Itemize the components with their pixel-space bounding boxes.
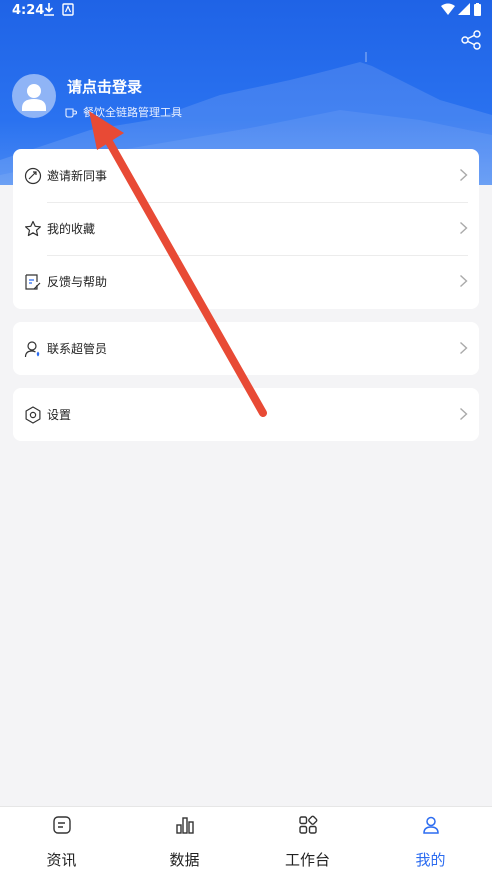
menu-item-favorites[interactable]: 我的收藏 xyxy=(13,202,479,255)
status-time: 4:24 xyxy=(12,3,45,18)
gear-icon xyxy=(25,406,41,424)
tagline-row: 餐饮全链路管理工具 xyxy=(65,104,182,120)
tab-label: 资讯 xyxy=(46,851,77,869)
chevron-right-icon xyxy=(460,341,468,355)
wifi-icon xyxy=(441,3,455,15)
menu-item-label: 我的收藏 xyxy=(47,222,96,236)
avatar[interactable] xyxy=(12,74,56,118)
chevron-right-icon xyxy=(460,407,468,421)
contact-admin-icon xyxy=(24,341,40,358)
share-icon[interactable] xyxy=(460,30,482,50)
news-icon xyxy=(52,816,71,834)
menu-item-settings[interactable]: 设置 xyxy=(13,388,479,441)
invite-icon xyxy=(24,167,42,185)
menu-item-feedback[interactable]: 反馈与帮助 xyxy=(13,255,479,308)
signal-icon xyxy=(458,3,470,15)
chevron-right-icon xyxy=(460,274,468,288)
menu-item-label: 设置 xyxy=(47,408,72,422)
menu-card-2: 联系超管员 xyxy=(13,322,479,375)
chevron-right-icon xyxy=(460,168,468,182)
chevron-right-icon xyxy=(460,221,468,235)
tab-mine[interactable]: 我的 xyxy=(369,807,492,875)
notification-icon xyxy=(62,3,74,16)
menu-item-label: 联系超管员 xyxy=(47,342,108,356)
battery-icon xyxy=(474,3,481,16)
feedback-icon xyxy=(25,274,41,290)
menu-item-invite[interactable]: 邀请新同事 xyxy=(13,149,479,202)
workbench-icon xyxy=(298,815,317,834)
tab-label: 我的 xyxy=(415,851,446,869)
tagline: 餐饮全链路管理工具 xyxy=(83,106,182,119)
menu-item-label: 反馈与帮助 xyxy=(47,275,108,289)
menu-item-contact-admin[interactable]: 联系超管员 xyxy=(13,322,479,375)
tab-data[interactable]: 数据 xyxy=(123,807,246,875)
login-prompt[interactable]: 请点击登录 xyxy=(67,76,142,97)
menu-item-label: 邀请新同事 xyxy=(47,169,108,183)
user-silhouette-icon xyxy=(22,84,46,111)
star-icon xyxy=(25,220,41,237)
download-icon xyxy=(44,3,54,16)
tab-label: 工作台 xyxy=(284,851,330,869)
user-icon xyxy=(422,816,439,834)
tab-workbench[interactable]: 工作台 xyxy=(246,807,369,875)
menu-card-1: 邀请新同事 我的收藏 反馈与帮助 xyxy=(13,149,479,309)
tab-news[interactable]: 资讯 xyxy=(0,807,123,875)
menu-card-3: 设置 xyxy=(13,388,479,441)
status-bar: 4:24 xyxy=(0,0,492,22)
bottom-tab-bar: 资讯 数据 工作台 我的 xyxy=(0,806,492,875)
bar-chart-icon xyxy=(175,817,194,834)
tab-label: 数据 xyxy=(169,851,200,869)
cup-icon xyxy=(65,107,77,118)
